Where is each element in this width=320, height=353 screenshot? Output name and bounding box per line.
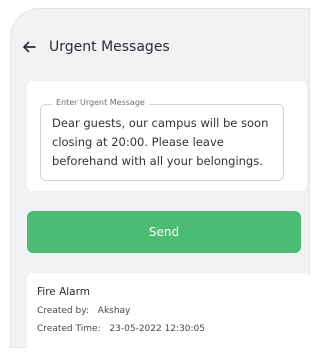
arrow-left-icon[interactable] [21, 39, 37, 55]
created-time-label: Created Time: [37, 324, 101, 334]
urgent-message-text[interactable]: Dear guests, our campus will be soon clo… [52, 114, 275, 171]
created-by-value: Akshay [97, 306, 131, 316]
created-by-row: Created by: Akshay [37, 306, 130, 316]
message-list-item[interactable]: Fire Alarm Created by: Akshay Created Ti… [27, 273, 311, 353]
urgent-message-field[interactable]: Enter Urgent Message Dear guests, our ca… [40, 98, 284, 181]
send-button[interactable]: Send [27, 211, 301, 253]
field-label: Enter Urgent Message [52, 98, 149, 107]
created-by-label: Created by: [37, 306, 89, 316]
created-time-row: Created Time: 23-05-2022 12:30:05 [37, 324, 205, 334]
message-title: Fire Alarm [37, 286, 90, 298]
app-screen: Urgent Messages Enter Urgent Message Dea… [10, 8, 311, 353]
message-form-card: Enter Urgent Message Dear guests, our ca… [27, 81, 307, 191]
created-time-value: 23-05-2022 12:30:05 [109, 324, 206, 334]
page-title: Urgent Messages [49, 39, 170, 55]
app-header: Urgent Messages [21, 39, 170, 55]
